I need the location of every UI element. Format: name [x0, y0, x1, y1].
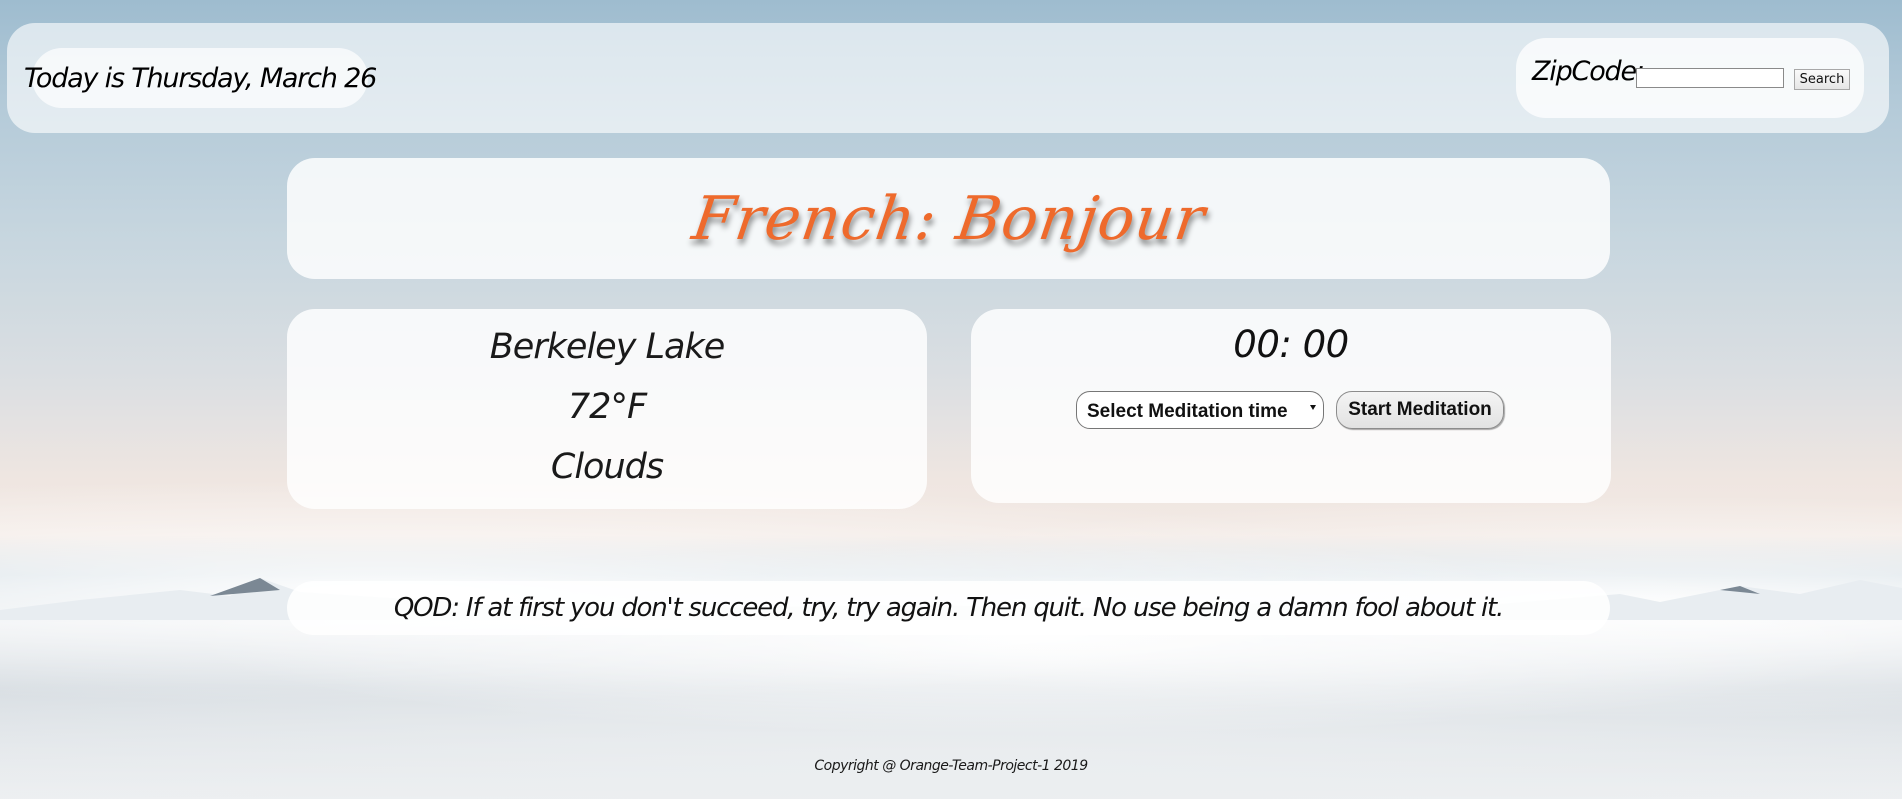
weather-panel: Berkeley Lake 72°F Clouds — [287, 309, 927, 509]
quote-panel: QOD: If at first you don't succeed, try,… — [287, 581, 1610, 635]
quote-text: QOD: If at first you don't succeed, try,… — [393, 593, 1504, 623]
zip-search-form: ZipCode: Search — [1516, 38, 1864, 118]
meditation-time-select-label: Select Meditation time — [1087, 401, 1288, 422]
date-badge: Today is Thursday, March 26 — [24, 48, 377, 108]
date-text: Today is Thursday, March 26 — [23, 62, 377, 94]
chevron-down-icon — [1310, 405, 1316, 410]
weather-condition: Clouds — [550, 447, 664, 487]
weather-city: Berkeley Lake — [489, 327, 726, 367]
weather-temperature: 72°F — [567, 387, 647, 427]
meditation-time-select[interactable]: Select Meditation time — [1076, 391, 1324, 429]
greeting-text: French: Bonjour — [687, 183, 1210, 254]
meditation-panel: 00: 00 Select Meditation time Start Medi… — [971, 309, 1611, 503]
start-meditation-button[interactable]: Start Meditation — [1336, 391, 1504, 429]
greeting-panel: French: Bonjour — [287, 158, 1610, 279]
zip-input[interactable] — [1636, 68, 1784, 88]
search-button[interactable]: Search — [1794, 69, 1850, 90]
footer-copyright: Copyright @ Orange-Team-Project-1 2019 — [814, 758, 1088, 774]
meditation-timer: 00: 00 — [1233, 323, 1349, 366]
zip-label: ZipCode: — [1532, 56, 1645, 87]
